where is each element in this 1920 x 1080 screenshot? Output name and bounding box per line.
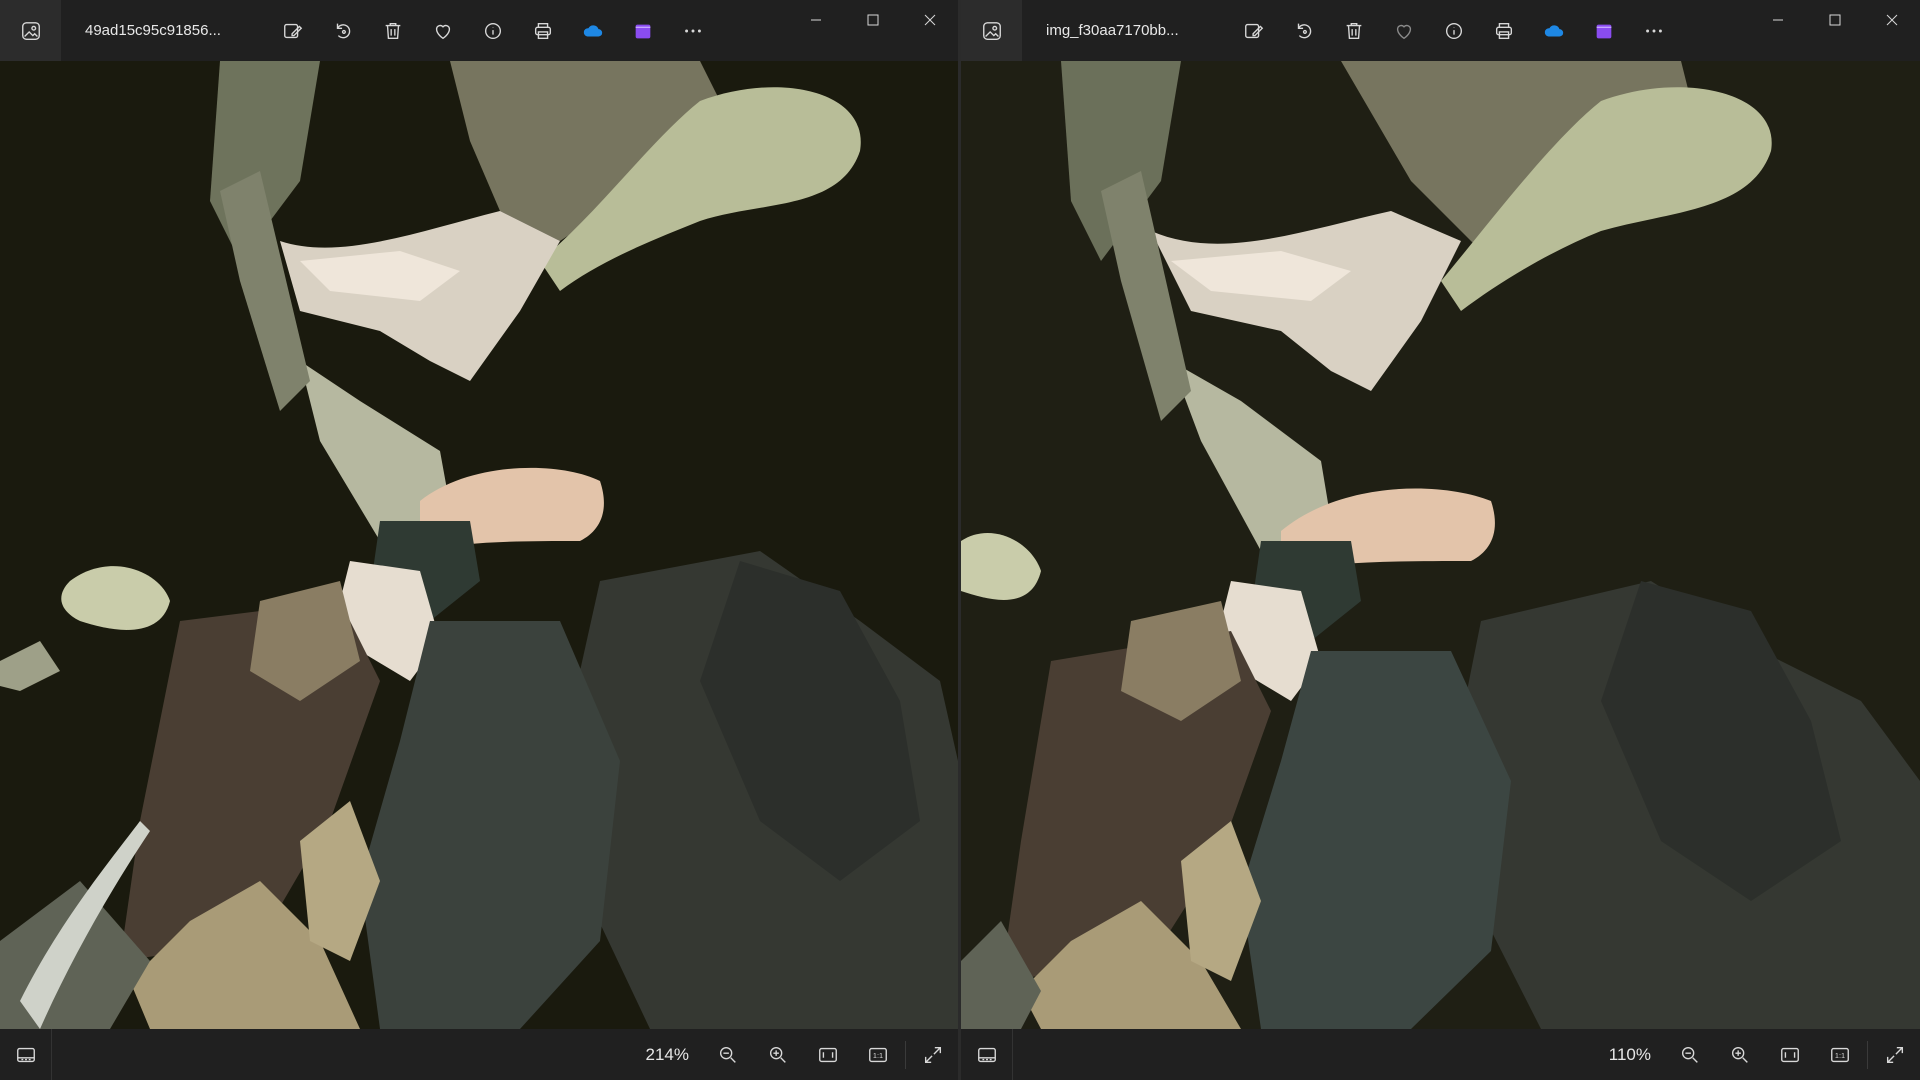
photos-window-right: img_f30aa7170bb... 110% 1:1 [961,0,1920,1080]
actual-size-icon[interactable]: 1:1 [853,1029,903,1080]
fullscreen-icon[interactable] [1870,1029,1920,1080]
delete-icon[interactable] [368,11,418,51]
image-viewport[interactable] [0,61,958,1029]
filmstrip-icon[interactable] [0,1029,52,1080]
actual-size-icon[interactable]: 1:1 [1815,1029,1865,1080]
title-bar: img_f30aa7170bb... [961,0,1920,61]
zoom-in-icon[interactable] [753,1029,803,1080]
clipchamp-icon[interactable] [618,11,668,51]
rotate-icon[interactable] [1279,11,1329,51]
status-bar: 214% 1:1 [0,1029,958,1080]
print-icon[interactable] [1479,11,1529,51]
status-bar: 110% 1:1 [961,1029,1920,1080]
separator [905,1040,906,1069]
actual-size-label: 1:1 [873,1051,883,1060]
artwork-image [961,61,1920,1029]
fit-to-window-icon[interactable] [1765,1029,1815,1080]
close-icon[interactable] [901,0,958,40]
edit-image-icon[interactable] [268,11,318,51]
photos-app-icon[interactable] [961,0,1022,61]
onedrive-icon[interactable] [1529,11,1579,51]
maximize-icon[interactable] [844,0,901,40]
favorite-icon[interactable] [418,11,468,51]
more-icon[interactable] [668,11,718,51]
actual-size-label: 1:1 [1835,1051,1845,1060]
title-bar: 49ad15c95c91856... [0,0,958,61]
maximize-icon[interactable] [1806,0,1863,40]
fit-to-window-icon[interactable] [803,1029,853,1080]
close-icon[interactable] [1863,0,1920,40]
minimize-icon[interactable] [1749,0,1806,40]
clipchamp-icon[interactable] [1579,11,1629,51]
minimize-icon[interactable] [787,0,844,40]
window-controls [787,0,958,40]
edit-image-icon[interactable] [1229,11,1279,51]
zoom-in-icon[interactable] [1715,1029,1765,1080]
artwork-image [0,61,958,1029]
window-controls [1749,0,1920,40]
rotate-icon[interactable] [318,11,368,51]
fullscreen-icon[interactable] [908,1029,958,1080]
toolbar [268,11,718,51]
file-name: 49ad15c95c91856... [85,22,221,39]
zoom-out-icon[interactable] [703,1029,753,1080]
image-viewport[interactable] [961,61,1920,1029]
print-icon[interactable] [518,11,568,51]
zoom-level[interactable]: 110% [1587,1045,1651,1065]
zoom-out-icon[interactable] [1665,1029,1715,1080]
info-icon[interactable] [468,11,518,51]
filmstrip-icon[interactable] [961,1029,1013,1080]
favorite-icon[interactable] [1379,11,1429,51]
photos-window-left: 49ad15c95c91856... 214% 1:1 [0,0,958,1080]
photos-app-icon[interactable] [0,0,61,61]
delete-icon[interactable] [1329,11,1379,51]
onedrive-icon[interactable] [568,11,618,51]
separator [1867,1040,1868,1069]
zoom-level[interactable]: 214% [625,1045,689,1065]
more-icon[interactable] [1629,11,1679,51]
info-icon[interactable] [1429,11,1479,51]
file-name: img_f30aa7170bb... [1046,22,1179,39]
toolbar [1229,11,1679,51]
